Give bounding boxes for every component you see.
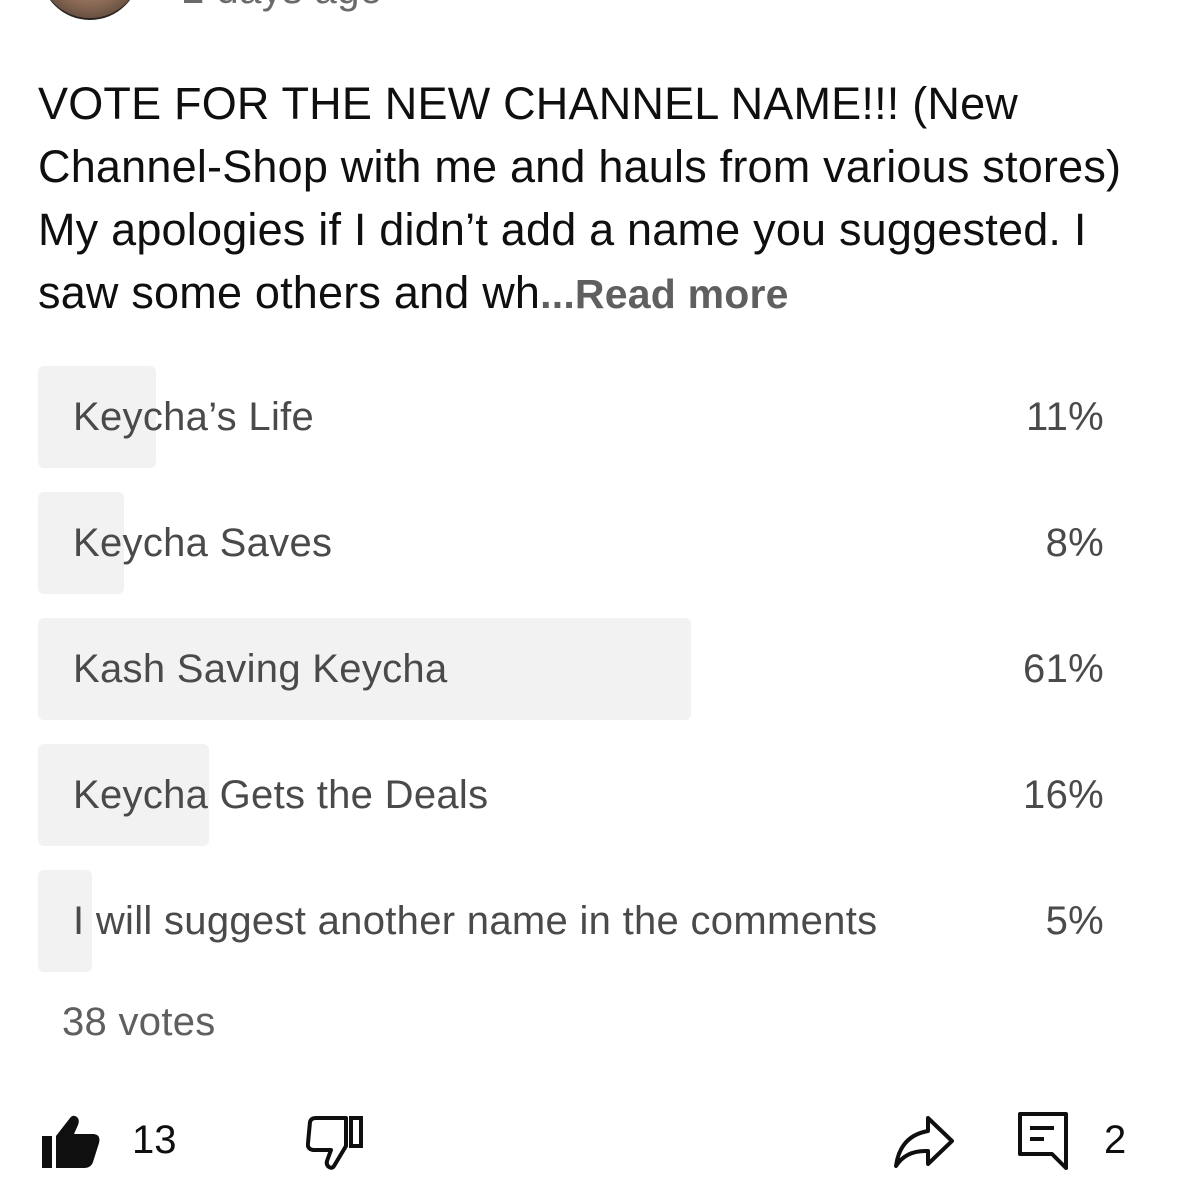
- poll: Keycha’s Life 11% Keycha Saves 8% Kash S…: [38, 366, 1108, 996]
- like-count: 13: [132, 1118, 177, 1162]
- poll-option-label: I will suggest another name in the comme…: [73, 898, 878, 943]
- comment-icon[interactable]: [1016, 1110, 1070, 1172]
- post-text: VOTE FOR THE NEW CHANNEL NAME!!! (New Ch…: [38, 72, 1138, 326]
- poll-option[interactable]: Keycha’s Life 11%: [38, 366, 1108, 468]
- comment-count: 2: [1104, 1118, 1127, 1162]
- post-header: 2 days ago: [0, 0, 1179, 20]
- post-timestamp: 2 days ago: [182, 0, 383, 13]
- poll-option-percent: 11%: [1026, 394, 1104, 439]
- share-icon[interactable]: [892, 1114, 956, 1170]
- poll-option-label: Keycha Saves: [73, 520, 333, 565]
- poll-option-percent: 5%: [1045, 898, 1104, 943]
- poll-option-percent: 16%: [1023, 772, 1104, 817]
- poll-option[interactable]: Kash Saving Keycha 61%: [38, 618, 1108, 720]
- poll-option-percent: 8%: [1045, 520, 1104, 565]
- thumbs-down-icon[interactable]: [306, 1116, 366, 1170]
- avatar[interactable]: [40, 0, 140, 20]
- read-more-link[interactable]: ...Read more: [540, 271, 788, 317]
- poll-option[interactable]: Keycha Gets the Deals 16%: [38, 744, 1108, 846]
- poll-option-label: Keycha Gets the Deals: [73, 772, 489, 817]
- poll-option-percent: 61%: [1023, 646, 1104, 691]
- poll-option-label: Keycha’s Life: [73, 394, 315, 439]
- poll-option[interactable]: Keycha Saves 8%: [38, 492, 1108, 594]
- poll-vote-count: 38 votes: [62, 1000, 216, 1044]
- action-bar: 13 2: [0, 1100, 1179, 1179]
- poll-option-label: Kash Saving Keycha: [73, 646, 448, 691]
- poll-option[interactable]: I will suggest another name in the comme…: [38, 870, 1108, 972]
- thumbs-up-icon[interactable]: [40, 1114, 102, 1170]
